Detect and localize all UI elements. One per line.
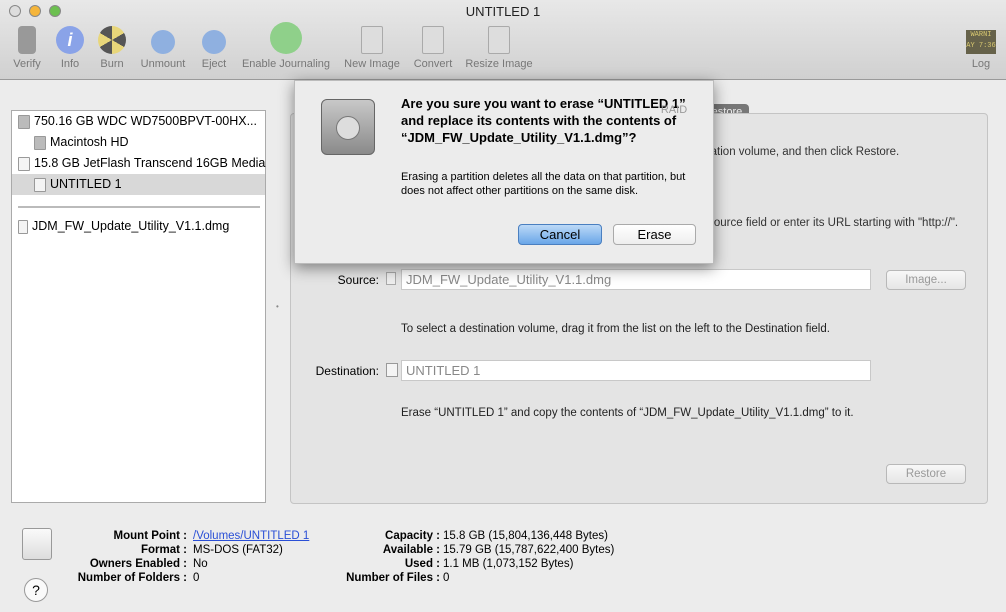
owners-enabled-value: No <box>193 558 208 570</box>
eject-icon <box>202 30 226 54</box>
available-value: 15.79 GB (15,787,622,400 Bytes) <box>443 544 615 556</box>
usb-drive-icon <box>386 363 398 377</box>
erase-button[interactable]: Erase <box>613 224 696 245</box>
used-value: 1.1 MB (1,073,152 Bytes) <box>443 558 574 570</box>
new-image-label: New Image <box>344 58 400 70</box>
volume-label: UNTITLED 1 <box>50 177 122 191</box>
info-button[interactable]: i Info <box>53 26 87 70</box>
restore-button[interactable]: Restore <box>886 464 966 484</box>
verify-label: Verify <box>13 58 41 70</box>
disk-item[interactable]: 750.16 GB WDC WD7500BPVT-00HX... <box>12 111 265 132</box>
format-label: Format : <box>141 544 187 556</box>
folders-label: Number of Folders : <box>77 572 187 584</box>
window-title: UNTITLED 1 <box>465 4 541 19</box>
hard-disk-icon <box>18 114 30 129</box>
unmount-label: Unmount <box>140 58 186 70</box>
destination-field[interactable]: UNTITLED 1 <box>401 360 871 381</box>
convert-button[interactable]: Convert <box>411 26 455 70</box>
unmount-icon <box>151 30 175 54</box>
disk-image-icon <box>18 219 28 234</box>
image-label: JDM_FW_Update_Utility_V1.1.dmg <box>32 219 230 233</box>
new-image-icon <box>361 26 383 54</box>
disk-label: 750.16 GB WDC WD7500BPVT-00HX... <box>34 114 258 128</box>
enable-journaling-button[interactable]: Enable Journaling <box>239 22 333 70</box>
owners-enabled-label: Owners Enabled : <box>89 558 187 570</box>
image-button[interactable]: Image... <box>886 270 966 290</box>
disk-utility-icon <box>321 99 375 155</box>
burn-label: Burn <box>100 58 124 70</box>
volume-item[interactable]: Macintosh HD <box>12 132 265 153</box>
dialog-title: Are you sure you want to erase “UNTITLED… <box>401 96 686 145</box>
image-item[interactable]: JDM_FW_Update_Utility_V1.1.dmg <box>12 216 265 237</box>
microscope-icon <box>18 26 36 54</box>
log-button[interactable]: WARNI AY 7:36 Log <box>964 26 998 70</box>
volume-item-selected[interactable]: UNTITLED 1 <box>12 174 265 195</box>
disk-image-icon <box>386 272 396 285</box>
info-label: Info <box>60 58 80 70</box>
disk-list[interactable]: 750.16 GB WDC WD7500BPVT-00HX... Macinto… <box>11 110 266 503</box>
destination-label: Destination: <box>315 364 379 378</box>
destination-hint: To select a destination volume, drag it … <box>401 323 830 335</box>
dialog-message: Erasing a partition deletes all the data… <box>401 171 686 197</box>
used-label: Used : <box>404 558 440 570</box>
hard-disk-icon <box>34 135 46 150</box>
mount-point-label: Mount Point : <box>113 530 187 542</box>
disk-label: 15.8 GB JetFlash Transcend 16GB Media <box>34 156 266 170</box>
usb-drive-icon <box>34 177 46 192</box>
resize-image-icon <box>488 26 510 54</box>
available-label: Available : <box>382 544 440 556</box>
new-image-button[interactable]: New Image <box>342 26 402 70</box>
resize-image-label: Resize Image <box>465 58 533 70</box>
erase-confirmation-dialog: Are you sure you want to erase “UNTITLED… <box>294 80 714 264</box>
volume-label: Macintosh HD <box>50 135 129 149</box>
eject-label: Eject <box>201 58 227 70</box>
disk-item[interactable]: 15.8 GB JetFlash Transcend 16GB Media <box>12 153 265 174</box>
restore-summary: Erase “UNTITLED 1” and copy the contents… <box>401 407 854 419</box>
unmount-button[interactable]: Unmount <box>136 26 190 70</box>
files-label: Number of Files : <box>346 572 440 584</box>
info-icon: i <box>56 26 84 54</box>
info-bar: ? Mount Point : /Volumes/UNTITLED 1 Form… <box>0 512 1006 612</box>
toolbar: UNTITLED 1 Verify i Info Burn Unmount Eje… <box>0 0 1006 80</box>
burn-button[interactable]: Burn <box>95 26 129 70</box>
journaling-label: Enable Journaling <box>241 58 331 70</box>
source-label: Source: <box>337 273 379 287</box>
log-label: Log <box>971 58 991 70</box>
cancel-button[interactable]: Cancel <box>518 224 602 245</box>
resize-image-button[interactable]: Resize Image <box>464 26 534 70</box>
journaling-icon <box>270 22 302 54</box>
convert-label: Convert <box>413 58 453 70</box>
capacity-label: Capacity : <box>385 530 440 542</box>
burn-icon <box>98 26 126 54</box>
usb-drive-icon <box>18 156 30 171</box>
split-handle[interactable]: • <box>276 302 279 311</box>
eject-button[interactable]: Eject <box>198 26 230 70</box>
tab-raid[interactable]: RAID <box>655 103 693 117</box>
folders-value: 0 <box>193 572 200 584</box>
console-log-icon: WARNI AY 7:36 <box>966 30 996 54</box>
convert-icon <box>422 26 444 54</box>
source-field[interactable]: JDM_FW_Update_Utility_V1.1.dmg <box>401 269 871 290</box>
capacity-value: 15.8 GB (15,804,136,448 Bytes) <box>443 530 608 542</box>
verify-button[interactable]: Verify <box>8 26 46 70</box>
divider <box>18 206 260 208</box>
files-value: 0 <box>443 572 450 584</box>
